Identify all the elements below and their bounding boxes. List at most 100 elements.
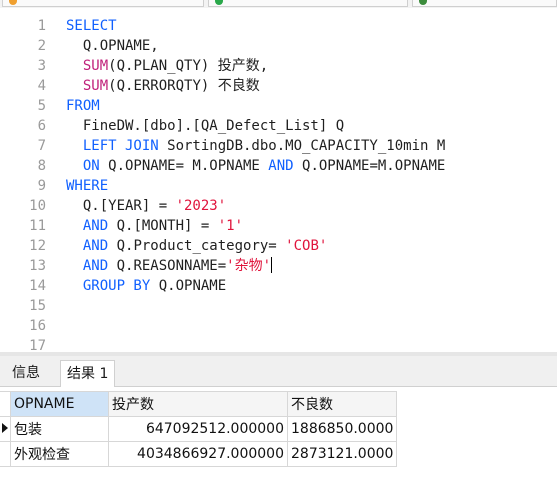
- code-line[interactable]: 7 LEFT JOIN SortingDB.dbo.MO_CAPACITY_10…: [0, 136, 557, 156]
- line-number: 13: [29, 258, 46, 274]
- sql-keyword: AND: [82, 258, 109, 274]
- editor-tab-strip: [0, 0, 557, 8]
- row-header: [0, 441, 11, 467]
- code-line[interactable]: 6 FineDW.[dbo].[QA_Defect_List] Q: [0, 116, 557, 136]
- line-number: 1: [37, 18, 46, 34]
- result-table: OPNAME 投产数 不良数 包装 647092512.000000 18868…: [0, 391, 398, 467]
- line-number: 8: [37, 158, 46, 174]
- code-text: AND Q.[MONTH] = '1': [66, 216, 243, 236]
- cell-error-qty[interactable]: 1886850.0000: [286, 416, 398, 442]
- table-row[interactable]: 外观检查 4034866927.000000 2873121.0000: [0, 441, 398, 467]
- line-number: 15: [29, 298, 46, 314]
- sql-text: Q.[YEAR] =: [66, 198, 176, 214]
- sql-keyword: AND: [82, 218, 109, 234]
- code-line[interactable]: 17: [0, 336, 557, 352]
- code-line[interactable]: 16: [0, 316, 557, 336]
- sql-text: Q.Product_category=: [108, 238, 286, 254]
- code-line[interactable]: 5 FROM: [0, 96, 557, 116]
- code-text: FROM: [66, 96, 100, 116]
- query-tab[interactable]: [208, 0, 408, 7]
- code-text: Q.OPNAME,: [66, 36, 159, 56]
- code-line[interactable]: 2 Q.OPNAME,: [0, 36, 557, 56]
- text-caret: [271, 257, 273, 273]
- code-line[interactable]: 15: [0, 296, 557, 316]
- sql-keyword: FROM: [66, 98, 100, 114]
- sql-editor[interactable]: 1 SELECT 2 Q.OPNAME, 3 SUM(Q.PLAN_QTY) 投产数,…: [0, 8, 557, 352]
- line-number: 2: [37, 38, 46, 54]
- line-number: 10: [29, 198, 46, 214]
- line-number: 4: [37, 78, 46, 94]
- line-number: 5: [37, 98, 46, 114]
- line-number: 17: [29, 338, 46, 352]
- sql-string: '2023': [175, 198, 227, 214]
- line-number: 12: [29, 238, 46, 254]
- code-line[interactable]: 13 AND Q.REASONNAME='杂物': [0, 256, 557, 276]
- sql-keyword: AND: [82, 238, 109, 254]
- line-number: 14: [29, 278, 46, 294]
- sql-text: (Q.ERRORQTY) 不良数: [108, 78, 260, 94]
- code-line[interactable]: 1 SELECT: [0, 16, 557, 36]
- row-pointer-icon: [2, 423, 8, 433]
- sql-text: Q.REASONNAME=: [108, 258, 227, 274]
- query-tab[interactable]: [2, 0, 204, 7]
- line-number: 9: [37, 178, 46, 194]
- code-text: ON Q.OPNAME= M.OPNAME AND Q.OPNAME=M.OPN…: [66, 156, 445, 176]
- sql-text: Q.OPNAME: [150, 278, 227, 294]
- code-line[interactable]: 14 GROUP BY Q.OPNAME: [0, 276, 557, 296]
- sql-string: 'COB': [285, 238, 328, 254]
- code-line[interactable]: 10 Q.[YEAR] = '2023': [0, 196, 557, 216]
- sql-function: SUM: [82, 58, 109, 74]
- line-number: 6: [37, 118, 46, 134]
- code-line[interactable]: 9 WHERE: [0, 176, 557, 196]
- current-row-indicator: [0, 416, 11, 442]
- code-text: LEFT JOIN SortingDB.dbo.MO_CAPACITY_10mi…: [66, 136, 445, 156]
- cell-plan-qty[interactable]: 647092512.000000: [108, 416, 288, 442]
- cell-plan-qty[interactable]: 4034866927.000000: [108, 441, 288, 467]
- cell-opname[interactable]: 外观检查: [10, 441, 109, 467]
- code-line[interactable]: 11 AND Q.[MONTH] = '1': [0, 216, 557, 236]
- line-number: 7: [37, 138, 46, 154]
- result-tab-bar: 信息 结果 1: [0, 356, 557, 388]
- table-row[interactable]: 包装 647092512.000000 1886850.0000: [0, 416, 398, 442]
- header-row: OPNAME 投产数 不良数: [0, 391, 398, 417]
- line-number: 3: [37, 58, 46, 74]
- sql-text: Q.OPNAME,: [66, 38, 159, 54]
- sql-text: FineDW.[dbo].[QA_Defect_List] Q: [66, 118, 345, 134]
- sql-keyword: ON: [82, 158, 100, 174]
- code-line[interactable]: 12 AND Q.Product_category= 'COB': [0, 236, 557, 256]
- query-tab[interactable]: [412, 0, 557, 7]
- code-text: FineDW.[dbo].[QA_Defect_List] Q: [66, 116, 344, 136]
- sql-keyword: GROUP BY: [82, 278, 151, 294]
- code-text: Q.[YEAR] = '2023': [66, 196, 226, 216]
- code-line[interactable]: 8 ON Q.OPNAME= M.OPNAME AND Q.OPNAME=M.O…: [0, 156, 557, 176]
- line-number: 16: [29, 318, 46, 334]
- cell-error-qty[interactable]: 2873121.0000: [286, 441, 398, 467]
- sql-keyword: SELECT: [66, 18, 117, 34]
- column-header-plan-qty[interactable]: 投产数: [108, 391, 288, 417]
- sql-string: '杂物': [226, 258, 272, 274]
- code-text: GROUP BY Q.OPNAME: [66, 276, 226, 296]
- sql-keyword: WHERE: [66, 178, 109, 194]
- code-line[interactable]: 4 SUM(Q.ERRORQTY) 不良数: [0, 76, 557, 96]
- line-number: 11: [29, 218, 46, 234]
- column-header-opname[interactable]: OPNAME: [10, 391, 109, 417]
- code-line[interactable]: 3 SUM(Q.PLAN_QTY) 投产数,: [0, 56, 557, 76]
- code-text: AND Q.REASONNAME='杂物': [66, 256, 273, 276]
- cell-opname[interactable]: 包装: [10, 416, 109, 442]
- run-icon: [215, 0, 223, 5]
- row-header-corner: [0, 391, 11, 417]
- code-text: AND Q.Product_category= 'COB': [66, 236, 327, 256]
- sql-string: '1': [217, 218, 244, 234]
- column-header-error-qty[interactable]: 不良数: [286, 391, 398, 417]
- result-grid: OPNAME 投产数 不良数 包装 647092512.000000 18868…: [0, 387, 557, 494]
- sql-keyword: LEFT JOIN: [82, 138, 159, 154]
- tab-info[interactable]: 信息: [6, 360, 46, 386]
- tab-result-1[interactable]: 结果 1: [60, 360, 116, 388]
